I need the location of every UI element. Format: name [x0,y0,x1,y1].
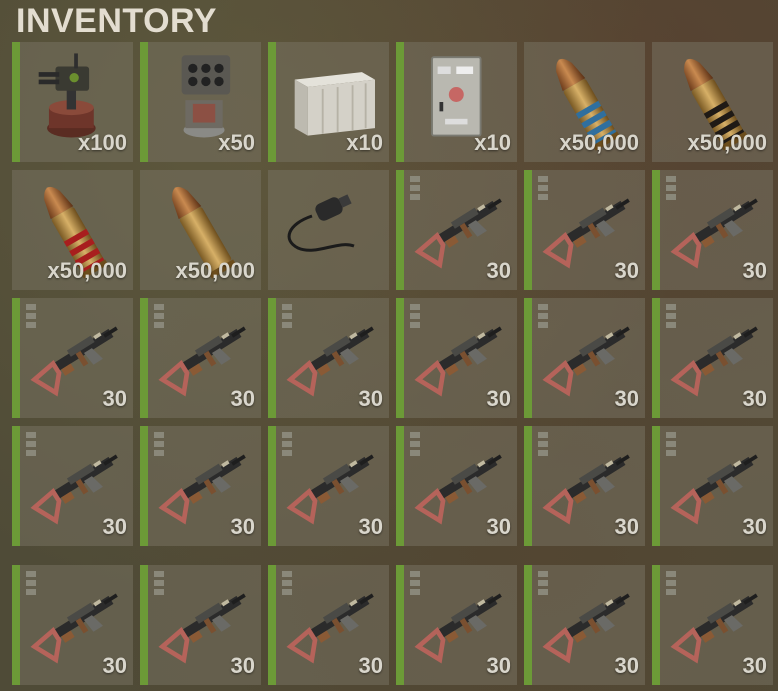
condition-bar-icon [154,432,164,459]
condition-bar-icon [410,176,420,203]
slot-quantity: 30 [102,386,127,411]
slot-quantity: x50,000 [175,258,255,283]
condition-bar-icon [154,304,164,331]
slot-quantity: 30 [742,258,767,283]
condition-bar-icon [538,432,548,459]
inventory-slot[interactable]: 30 [524,426,645,546]
condition-bar-icon [666,571,676,598]
slot-quantity: x50 [218,130,255,155]
condition-bar-icon [26,304,36,331]
slot-quantity: 30 [358,514,383,539]
condition-bar-icon [26,432,36,459]
inventory-slot[interactable]: x50,000 [140,170,261,290]
condition-bar-icon [282,571,292,598]
slot-quantity: 30 [486,386,511,411]
inventory-slot[interactable]: x50,000 [652,42,773,162]
slot-quantity: x10 [346,130,383,155]
inventory-slot[interactable]: 30 [524,565,645,685]
slot-quantity: x50,000 [47,258,127,283]
condition-bar-icon [538,304,548,331]
inventory-slot[interactable]: 30 [524,298,645,418]
slot-quantity: 30 [358,386,383,411]
slot-quantity: 30 [102,514,127,539]
inventory-slot[interactable]: 30 [140,565,261,685]
slot-quantity: 30 [614,386,639,411]
condition-bar-icon [154,571,164,598]
slot-quantity: 30 [614,258,639,283]
slot-quantity: 30 [230,653,255,678]
slot-quantity: 30 [486,653,511,678]
inventory-slot[interactable]: 30 [396,298,517,418]
slot-quantity: 30 [486,514,511,539]
inventory-slot[interactable]: 30 [12,298,133,418]
condition-bar-icon [538,176,548,203]
inventory-slot[interactable]: 30 [396,170,517,290]
inventory-slot[interactable]: 30 [396,565,517,685]
inventory-slot[interactable]: 30 [140,298,261,418]
slot-quantity: 30 [358,653,383,678]
slot-quantity: 30 [614,514,639,539]
slot-quantity: 30 [230,386,255,411]
condition-bar-icon [666,432,676,459]
slot-quantity: 30 [742,386,767,411]
cable-icon [287,194,355,252]
slot-quantity: x10 [474,130,511,155]
inventory-slot[interactable]: x50 [140,42,261,162]
inventory-slot[interactable]: 30 [396,426,517,546]
slot-quantity: x50,000 [687,130,767,155]
inventory-slot[interactable]: 30 [268,426,389,546]
condition-bar-icon [282,432,292,459]
inventory-grid: x100 x50 x10 x10 x50,000 x50,000 x50,000… [0,0,778,691]
inventory-slot[interactable]: 30 [12,565,133,685]
inventory-slot[interactable]: 30 [652,298,773,418]
inventory-slot[interactable]: x50,000 [524,42,645,162]
condition-bar-icon [410,304,420,331]
slot-quantity: 30 [614,653,639,678]
condition-bar-icon [410,432,420,459]
inventory-slot[interactable]: 30 [12,426,133,546]
condition-bar-icon [282,304,292,331]
condition-bar-icon [666,176,676,203]
condition-bar-icon [538,571,548,598]
inventory-slot[interactable]: 30 [268,565,389,685]
inventory-slot[interactable] [268,170,389,290]
slot-quantity: 30 [102,653,127,678]
slot-quantity: 30 [742,653,767,678]
inventory-slot[interactable]: x100 [12,42,133,162]
inventory-slot[interactable]: 30 [652,170,773,290]
inventory-slot[interactable]: 30 [524,170,645,290]
inventory-slot[interactable]: x10 [268,42,389,162]
condition-bar-icon [410,571,420,598]
slot-quantity: 30 [742,514,767,539]
slot-quantity: x50,000 [559,130,639,155]
inventory-slot[interactable]: x10 [396,42,517,162]
inventory-slot[interactable]: 30 [140,426,261,546]
slot-quantity: 30 [230,514,255,539]
condition-bar-icon [26,571,36,598]
inventory-slot[interactable]: 30 [652,565,773,685]
slot-quantity: x100 [78,130,127,155]
inventory-slot[interactable]: 30 [652,426,773,546]
condition-bar-icon [666,304,676,331]
inventory-slot[interactable]: 30 [268,298,389,418]
inventory-slot[interactable]: x50,000 [12,170,133,290]
slot-quantity: 30 [486,258,511,283]
